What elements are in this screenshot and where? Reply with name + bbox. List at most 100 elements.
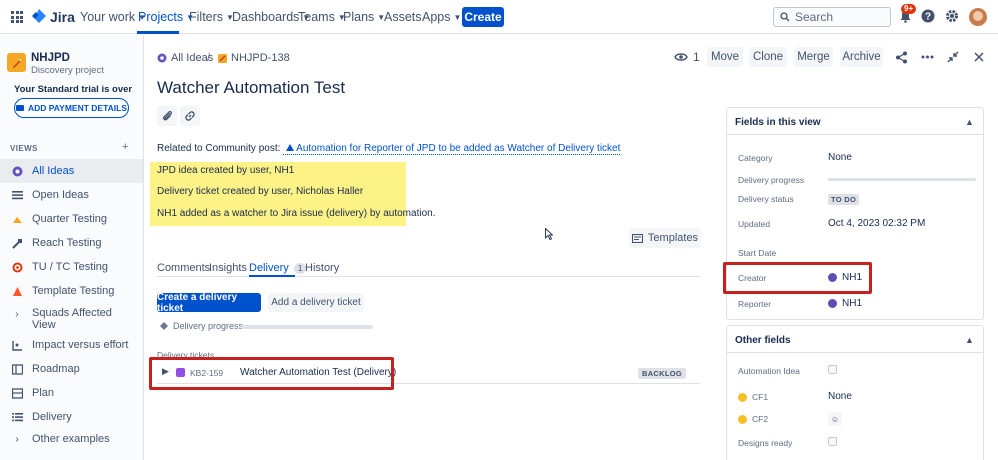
add-reaction-icon[interactable]: ☺ xyxy=(828,412,842,426)
checkbox[interactable] xyxy=(828,437,837,446)
views-heading: VIEWS xyxy=(10,144,38,153)
attachment-button[interactable] xyxy=(157,106,177,126)
related-prefix: Related to Community post: xyxy=(157,143,281,154)
nav-your-work[interactable]: Your work ▼ xyxy=(80,10,146,24)
checkbox[interactable] xyxy=(828,365,837,374)
field-value-cf1[interactable]: None xyxy=(828,391,852,402)
community-post-link[interactable]: Automation for Reporter of JPD to be add… xyxy=(283,143,621,155)
plan-icon xyxy=(11,387,23,399)
sidebar-item-other-examples[interactable]: › Other examples xyxy=(0,427,143,451)
nav-active-indicator xyxy=(137,31,179,34)
nav-label: Assets xyxy=(384,10,422,24)
sidebar-item-label: Impact versus effort xyxy=(32,339,129,351)
sidebar-item-roadmap[interactable]: Roadmap xyxy=(0,357,143,381)
sidebar-item-label: Roadmap xyxy=(32,363,80,375)
project-avatar[interactable] xyxy=(7,53,26,72)
gear-icon[interactable] xyxy=(944,8,960,24)
add-view-icon[interactable]: + xyxy=(122,141,128,153)
add-payment-details-button[interactable]: ADD PAYMENT DETAILS xyxy=(14,98,129,118)
sidebar-item-quarter-testing[interactable]: Quarter Testing xyxy=(0,207,143,231)
chevron-up-icon[interactable]: ▲ xyxy=(965,335,974,345)
chevron-down-icon: ▼ xyxy=(453,12,462,22)
merge-button[interactable]: Merge xyxy=(794,47,833,67)
sidebar-item-impact-versus-effort[interactable]: Impact versus effort xyxy=(0,333,143,357)
list-icon xyxy=(11,189,23,201)
delivery-progress-bar xyxy=(241,325,373,329)
issue-title[interactable]: Watcher Automation Test xyxy=(157,78,345,98)
field-value-reporter[interactable]: NH1 xyxy=(828,298,862,309)
eye-icon xyxy=(674,53,688,61)
field-label-cf1: CF1 xyxy=(738,392,768,402)
move-button[interactable]: Move xyxy=(707,47,743,67)
sidebar-item-reach-testing[interactable]: Reach Testing xyxy=(0,231,143,255)
field-label-automation-idea: Automation Idea xyxy=(738,366,800,376)
nav-filters[interactable]: Filters ▼ xyxy=(189,10,234,24)
sidebar-item-squads-affected-view[interactable]: › Squads Affected View xyxy=(0,305,143,335)
nav-plans[interactable]: Plans ▼ xyxy=(343,10,385,24)
archive-button[interactable]: Archive xyxy=(840,47,883,67)
breadcrumb-all-ideas[interactable]: All Ideas xyxy=(157,52,213,64)
jira-logo-text: Jira xyxy=(50,9,75,25)
tab-active-indicator xyxy=(249,275,295,277)
clone-button[interactable]: Clone xyxy=(749,47,787,67)
field-value-cf2[interactable]: ☺ xyxy=(828,412,842,426)
breadcrumb-separator: / xyxy=(207,52,211,64)
project-name[interactable]: NHJPD xyxy=(31,52,70,64)
user-avatar[interactable] xyxy=(969,8,987,26)
status-badge: BACKLOG xyxy=(638,368,687,379)
create-button[interactable]: Create xyxy=(462,7,504,27)
sidebar-item-label: Open Ideas xyxy=(32,189,89,201)
tab-divider xyxy=(157,276,700,277)
tab-delivery[interactable]: Delivery 1 xyxy=(249,262,307,274)
sidebar: NHJPD Discovery project Your Standard tr… xyxy=(0,35,144,460)
nav-projects[interactable]: Projects ▼ xyxy=(138,10,194,24)
nav-apps[interactable]: Apps ▼ xyxy=(422,10,461,24)
link-button[interactable] xyxy=(180,106,200,126)
field-label-reporter: Reporter xyxy=(738,299,772,309)
help-icon[interactable]: ? xyxy=(920,8,936,24)
panel-heading: Other fields xyxy=(735,335,791,346)
highlight-line: Delivery ticket created by user, Nichola… xyxy=(157,186,364,197)
share-icon[interactable] xyxy=(894,50,908,64)
field-value-automation-idea[interactable] xyxy=(828,365,837,374)
app-switcher-icon[interactable] xyxy=(11,11,23,23)
tab-insights[interactable]: Insights xyxy=(209,262,247,274)
chevron-up-icon[interactable]: ▲ xyxy=(965,117,974,127)
nav-assets[interactable]: Assets xyxy=(384,10,422,24)
sidebar-item-delivery[interactable]: Delivery xyxy=(0,405,143,429)
watch-button[interactable]: 1 xyxy=(674,50,700,64)
cf2-label: CF2 xyxy=(752,414,769,424)
sidebar-item-open-ideas[interactable]: Open Ideas xyxy=(0,183,143,207)
tab-history[interactable]: History xyxy=(305,262,339,274)
sidebar-item-plan[interactable]: Plan xyxy=(0,381,143,405)
timeline-icon xyxy=(11,285,23,297)
add-delivery-ticket-button[interactable]: Add a delivery ticket xyxy=(268,293,364,312)
paperclip-icon xyxy=(162,110,172,121)
breadcrumb-issue-key[interactable]: NHJPD-138 xyxy=(218,52,290,64)
chevron-right-icon: › xyxy=(15,309,19,320)
tab-label: History xyxy=(305,262,340,274)
collapse-icon[interactable] xyxy=(946,50,960,64)
nav-label: Dashboards xyxy=(232,10,300,24)
more-icon[interactable] xyxy=(920,50,934,64)
idea-icon xyxy=(157,53,167,63)
close-icon[interactable] xyxy=(972,50,986,64)
sidebar-item-all-ideas[interactable]: All Ideas xyxy=(0,159,143,183)
field-value-delivery-status: TO DO xyxy=(828,194,860,205)
field-value-designs-ready[interactable] xyxy=(828,437,837,446)
nav-teams[interactable]: Teams ▼ xyxy=(298,10,346,24)
sidebar-item-tu-tc-testing[interactable]: TU / TC Testing xyxy=(0,255,143,279)
svg-text:?: ? xyxy=(925,12,931,23)
payment-button-label: ADD PAYMENT DETAILS xyxy=(27,103,128,113)
field-value-category[interactable]: None xyxy=(828,152,852,163)
nav-label: Teams xyxy=(298,10,335,24)
search-input[interactable]: Search xyxy=(773,7,891,27)
create-delivery-ticket-button[interactable]: Create a delivery ticket xyxy=(157,292,261,314)
panel-heading: Fields in this view xyxy=(735,117,821,128)
sidebar-item-template-testing[interactable]: Template Testing xyxy=(0,279,143,303)
highlight-line: JPD idea created by user, NH1 xyxy=(157,165,295,176)
tab-label: Delivery xyxy=(249,262,289,274)
templates-button[interactable]: Templates xyxy=(629,228,701,248)
jira-logo[interactable]: Jira xyxy=(32,9,75,25)
tab-comments[interactable]: Comments xyxy=(157,262,210,274)
